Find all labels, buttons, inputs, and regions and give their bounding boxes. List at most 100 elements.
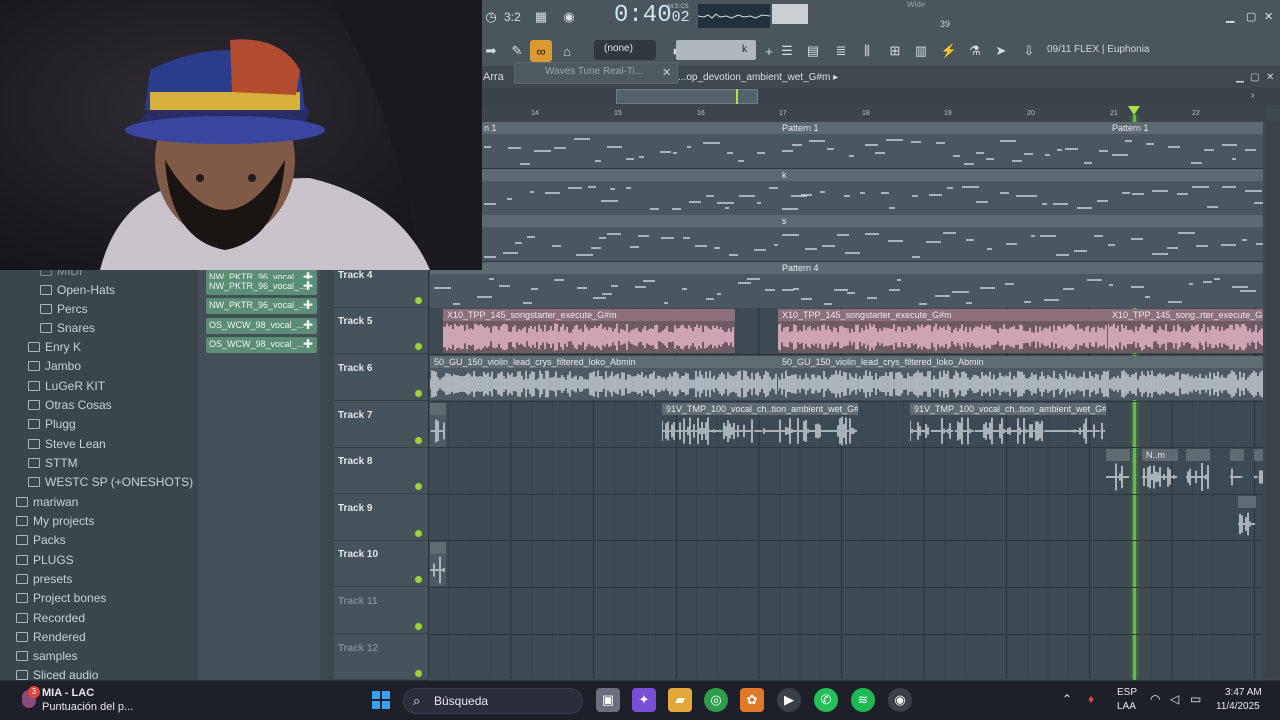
- panel-separator[interactable]: [320, 270, 334, 680]
- timeline-ruler[interactable]: [480, 105, 1265, 122]
- audio-clip[interactable]: N..m: [1142, 449, 1178, 493]
- audio-clip[interactable]: [430, 542, 446, 587]
- track-header[interactable]: Track 7: [334, 402, 428, 448]
- task-view-icon[interactable]: ▣: [596, 688, 620, 712]
- stamp-icon[interactable]: ⌂: [556, 40, 578, 62]
- chrome-icon[interactable]: ◎: [704, 688, 728, 712]
- browser-item[interactable]: PLUGS: [16, 552, 74, 568]
- track-mute-led[interactable]: [415, 669, 422, 677]
- audio-clip[interactable]: X10_TPP_145_songstarter_execute_G#m: [778, 309, 1108, 354]
- pattern-clip[interactable]: [480, 168, 778, 215]
- audio-clip[interactable]: [1230, 449, 1244, 493]
- audio-clip[interactable]: 91V_TMP_100_vocal_ch..tion_ambient_wet_G…: [910, 402, 1106, 447]
- piano-roll-icon[interactable]: ▤: [802, 40, 824, 62]
- browser-item[interactable]: Rendered: [16, 629, 86, 645]
- browser-item[interactable]: Jambo: [28, 358, 81, 374]
- browser-item[interactable]: STTM: [28, 455, 78, 471]
- whatsapp-icon[interactable]: ✆: [814, 688, 838, 712]
- picker-item[interactable]: OS_WCW_98_vocal_... ✚: [206, 318, 317, 334]
- battery-icon[interactable]: ▭: [1190, 692, 1201, 706]
- media-title[interactable]: MIA - LAC: [42, 687, 94, 699]
- audio-clip[interactable]: X10_TPP_145_songstarter_execute_G#m: [443, 309, 735, 354]
- recorder-icon[interactable]: ◉: [888, 688, 912, 712]
- audio-clip[interactable]: [1106, 449, 1130, 493]
- browser-item[interactable]: Sliced audio: [16, 667, 98, 683]
- pattern-clip[interactable]: [480, 215, 778, 262]
- browser-item[interactable]: Steve Lean: [28, 436, 106, 452]
- audio-clip[interactable]: 91V_TMP_100_vocal_ch..tion_ambient_wet_G…: [662, 402, 858, 447]
- picker-item[interactable]: OS_WCW_98_vocal_... ✚: [206, 337, 317, 353]
- add-icon[interactable]: ✚: [303, 337, 313, 351]
- browser-item[interactable]: My projects: [16, 513, 94, 529]
- track-mute-led[interactable]: [415, 390, 422, 397]
- track-mute-led[interactable]: [415, 529, 422, 537]
- plugin-window-tab[interactable]: Waves Tune Real-Ti...: [514, 62, 678, 84]
- audio-clip[interactable]: [1186, 449, 1210, 493]
- add-icon[interactable]: ✚: [303, 279, 313, 293]
- audio-clip[interactable]: [1238, 495, 1256, 540]
- close-plugin-icon[interactable]: ✕: [662, 66, 671, 79]
- tray-app-icon[interactable]: ♦: [1088, 692, 1094, 706]
- copilot-icon[interactable]: ✦: [632, 688, 656, 712]
- add-icon[interactable]: ✚: [303, 318, 313, 332]
- browser-item[interactable]: Open-Hats: [40, 282, 115, 298]
- channel-rack-icon[interactable]: ≣: [830, 40, 852, 62]
- picker-item[interactable]: NW_PKTR_96_vocal_... ✚: [206, 298, 317, 314]
- browser-item[interactable]: Project bones: [16, 590, 106, 606]
- track-header[interactable]: Track 9: [334, 495, 428, 541]
- plug-icon[interactable]: ⚡: [938, 40, 960, 62]
- maximize-icon[interactable]: ▢: [1246, 10, 1256, 23]
- track-header[interactable]: Track 6: [334, 355, 428, 401]
- snap-icon[interactable]: ▦: [530, 6, 552, 28]
- playlist-icon[interactable]: ☰: [776, 40, 798, 62]
- fl-studio-icon[interactable]: ✿: [740, 688, 764, 712]
- pattern-clip[interactable]: [430, 261, 778, 308]
- windows-start-icon[interactable]: [369, 688, 393, 712]
- tempo-display[interactable]: 3:2: [504, 10, 521, 24]
- browser-item[interactable]: Snares: [40, 320, 95, 336]
- pattern-clip[interactable]: Pattern 4: [778, 261, 1263, 308]
- track-mute-led[interactable]: [415, 623, 422, 630]
- pencil-icon[interactable]: ✎: [506, 40, 528, 62]
- track-header[interactable]: Track 8: [334, 448, 428, 495]
- pattern-clip[interactable]: n 1: [480, 122, 778, 168]
- audio-clip[interactable]: [430, 402, 446, 447]
- track-mute-led[interactable]: [415, 436, 422, 444]
- track-header[interactable]: Track 5: [334, 308, 428, 355]
- scroll-right-icon[interactable]: ›: [1251, 90, 1254, 101]
- pattern-clip[interactable]: k: [778, 168, 1263, 215]
- close-icon[interactable]: ✕: [1264, 10, 1273, 23]
- browser-item[interactable]: Otras Cosas: [28, 397, 112, 413]
- track-mute-led[interactable]: [415, 343, 422, 351]
- media-player-icon[interactable]: ▶: [777, 688, 801, 712]
- browser-icon[interactable]: ▥: [910, 40, 932, 62]
- pattern-clip[interactable]: Pattern 1: [1108, 122, 1263, 168]
- pattern-clip[interactable]: Pattern 1: [778, 122, 1108, 168]
- browser-item[interactable]: WESTC SP (+ONESHOTS): [28, 474, 193, 490]
- wizard-icon[interactable]: ⚗: [964, 40, 986, 62]
- playlist-close-icon[interactable]: ✕: [1266, 72, 1274, 83]
- audio-clip[interactable]: X10_TPP_145_song..rter_execute_G#m: [1108, 309, 1263, 354]
- tray-expand-icon[interactable]: ⌃: [1062, 692, 1072, 706]
- clock-time[interactable]: 3:47 AM: [1225, 687, 1262, 698]
- send-icon[interactable]: ➤: [990, 40, 1012, 62]
- track-mute-led[interactable]: [415, 296, 422, 304]
- browser-item[interactable]: Plugg: [28, 416, 76, 432]
- plugin-db-icon[interactable]: ⊞: [884, 40, 906, 62]
- audio-clip[interactable]: 50_GU_150_violin_lead_crys_filtered_loko…: [430, 356, 778, 400]
- add-icon[interactable]: ✚: [303, 298, 313, 312]
- language-indicator[interactable]: ESP: [1117, 687, 1137, 698]
- arrow-right-icon[interactable]: ➡: [480, 40, 502, 62]
- master-volume-meter[interactable]: [772, 4, 808, 24]
- pattern-clip[interactable]: s: [778, 215, 1263, 262]
- browser-item[interactable]: samples: [16, 648, 78, 664]
- vertical-scrollbar[interactable]: [1265, 122, 1280, 679]
- browser-item[interactable]: Enry K: [28, 339, 81, 355]
- picker-item[interactable]: NW_PKTR_96_vocal_... ✚: [206, 279, 317, 295]
- mixer-icon[interactable]: ⫼: [856, 40, 878, 62]
- taskbar-search[interactable]: [403, 688, 583, 714]
- browser-item[interactable]: Recorded: [16, 610, 85, 626]
- playhead-marker-icon[interactable]: [1128, 106, 1140, 115]
- browser-item[interactable]: Percs: [40, 301, 88, 317]
- loop-record-icon[interactable]: ◉: [558, 6, 580, 28]
